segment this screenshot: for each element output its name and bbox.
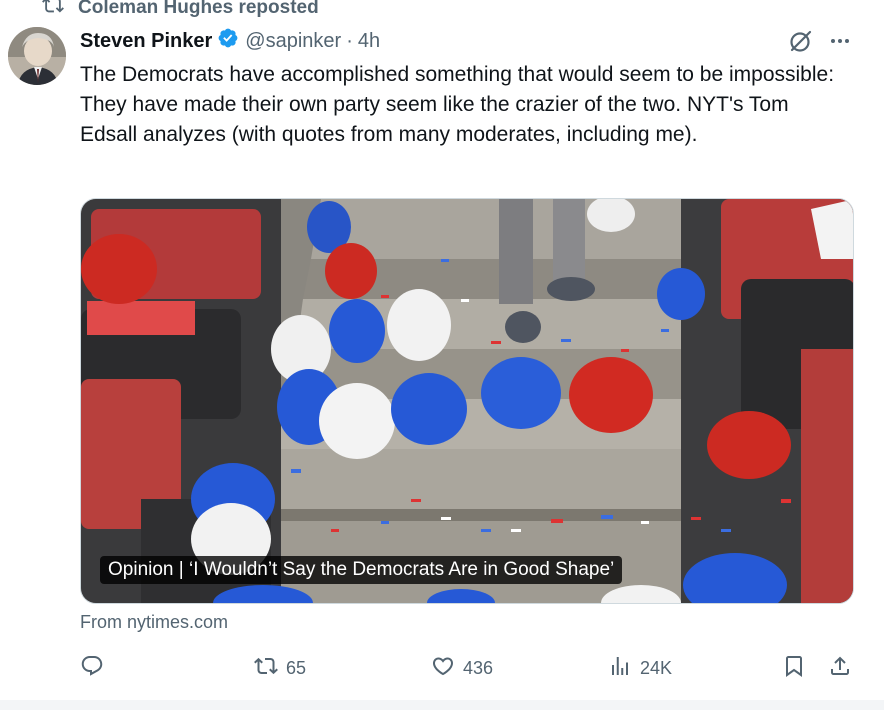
author-name[interactable]: Steven Pinker — [80, 30, 212, 53]
repost-count: 65 — [286, 657, 307, 678]
views-button[interactable]: 24K — [608, 652, 672, 684]
heart-icon — [431, 654, 455, 683]
like-count: 436 — [463, 657, 494, 678]
author-handle[interactable]: @sapinker — [245, 30, 341, 53]
divider — [0, 700, 884, 710]
reply-icon — [80, 654, 104, 683]
views-count: 24K — [640, 657, 673, 678]
grok-icon[interactable] — [788, 28, 814, 54]
repost-icon — [254, 654, 278, 683]
link-card[interactable]: Opinion | ‘I Wouldn’t Say the Democrats … — [80, 198, 854, 604]
share-icon — [828, 654, 852, 683]
post-header: Steven Pinker @sapinker · 4h — [80, 28, 380, 54]
bookmark-button[interactable] — [782, 652, 806, 684]
link-card-headline: Opinion | ‘I Wouldn’t Say the Democrats … — [100, 556, 623, 584]
repost-indicator[interactable]: Coleman Hughes reposted — [42, 0, 319, 19]
share-button[interactable] — [828, 652, 852, 684]
link-card-image — [81, 199, 853, 603]
avatar[interactable] — [8, 27, 66, 85]
repost-icon — [42, 0, 64, 22]
more-icon[interactable] — [827, 30, 853, 52]
separator-dot: · — [346, 29, 353, 52]
verified-badge-icon[interactable] — [212, 27, 245, 55]
post-timestamp[interactable]: 4h — [358, 30, 380, 53]
link-source[interactable]: From nytimes.com — [80, 612, 228, 633]
post-text: The Democrats have accomplished somethin… — [80, 63, 835, 146]
action-bar: 65 436 24K — [0, 652, 884, 684]
repost-label: Coleman Hughes reposted — [78, 0, 319, 18]
views-icon — [608, 654, 632, 683]
reply-button[interactable] — [80, 652, 112, 684]
repost-button[interactable]: 65 — [254, 652, 306, 684]
bookmark-icon — [782, 654, 806, 683]
like-button[interactable]: 436 — [431, 652, 493, 684]
